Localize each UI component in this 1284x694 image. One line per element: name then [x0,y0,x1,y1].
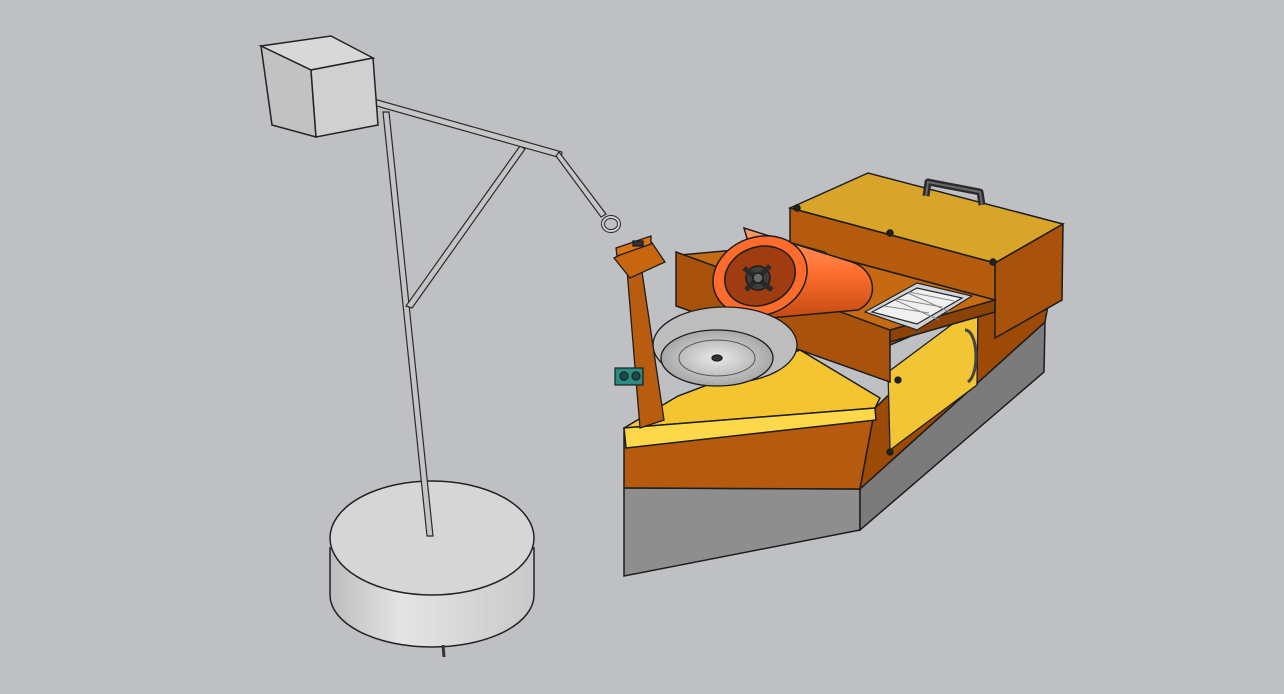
3d-model-scene [0,0,1284,694]
anchor-pole [382,111,526,537]
propeller-icon [742,264,774,292]
crane-arm [338,89,607,218]
model-canvas [258,35,1065,658]
hook [601,215,621,233]
concrete-counterweight-block [258,35,379,139]
distance-sensor [614,367,644,386]
concrete-base [329,480,535,658]
